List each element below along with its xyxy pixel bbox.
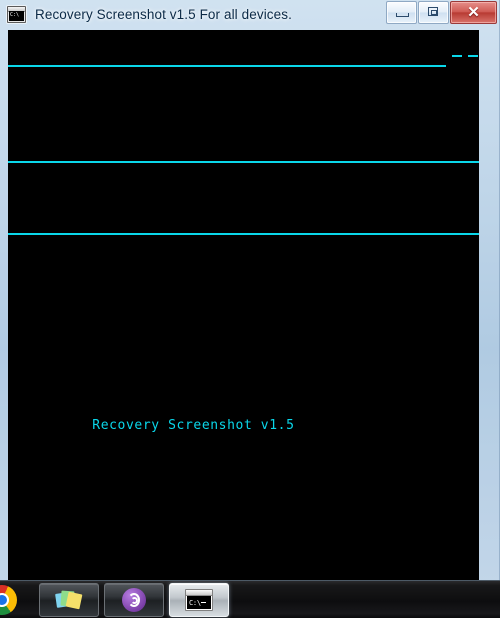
- taskbar[interactable]: C:\: [0, 580, 500, 618]
- bittorrent-icon: [122, 587, 146, 612]
- taskbar-item-command-prompt[interactable]: C:\: [169, 582, 229, 617]
- taskbar-item-gallery[interactable]: [39, 582, 99, 617]
- minimize-button[interactable]: [386, 1, 417, 24]
- console-separator-1: [8, 54, 479, 78]
- maximize-icon: [428, 7, 438, 16]
- close-icon: ✕: [467, 4, 480, 21]
- command-prompt-icon: C:\: [185, 588, 213, 611]
- console-text: Recovery Screenshot v1.5 Thanks to Whisk…: [8, 30, 479, 580]
- taskbar-item-chrome[interactable]: [0, 581, 34, 618]
- caption-button-group: ✕: [385, 1, 497, 24]
- taskbar-item-bittorrent[interactable]: [104, 582, 164, 617]
- console-separator-3: [8, 222, 479, 246]
- console-blank-line-2: [8, 342, 479, 366]
- gallery-icon: [55, 590, 83, 610]
- console-icon: [7, 5, 26, 23]
- minimize-icon: [396, 13, 409, 17]
- console-banner-title: Recovery Screenshot v1.5: [8, 418, 295, 433]
- command-prompt-icon-text: C:\: [189, 598, 201, 607]
- application-window: Recovery Screenshot v1.5 For all devices…: [0, 0, 500, 580]
- console-output-area[interactable]: Recovery Screenshot v1.5 Thanks to Whisk…: [8, 30, 479, 580]
- maximize-button[interactable]: [418, 1, 449, 24]
- console-separator-row-1: [8, 246, 479, 270]
- console-separator-2: [8, 150, 479, 174]
- chrome-icon: [0, 584, 17, 615]
- close-button[interactable]: ✕: [450, 1, 497, 24]
- console-blank-line-3: [8, 486, 479, 510]
- window-title: Recovery Screenshot v1.5 For all devices…: [35, 6, 292, 22]
